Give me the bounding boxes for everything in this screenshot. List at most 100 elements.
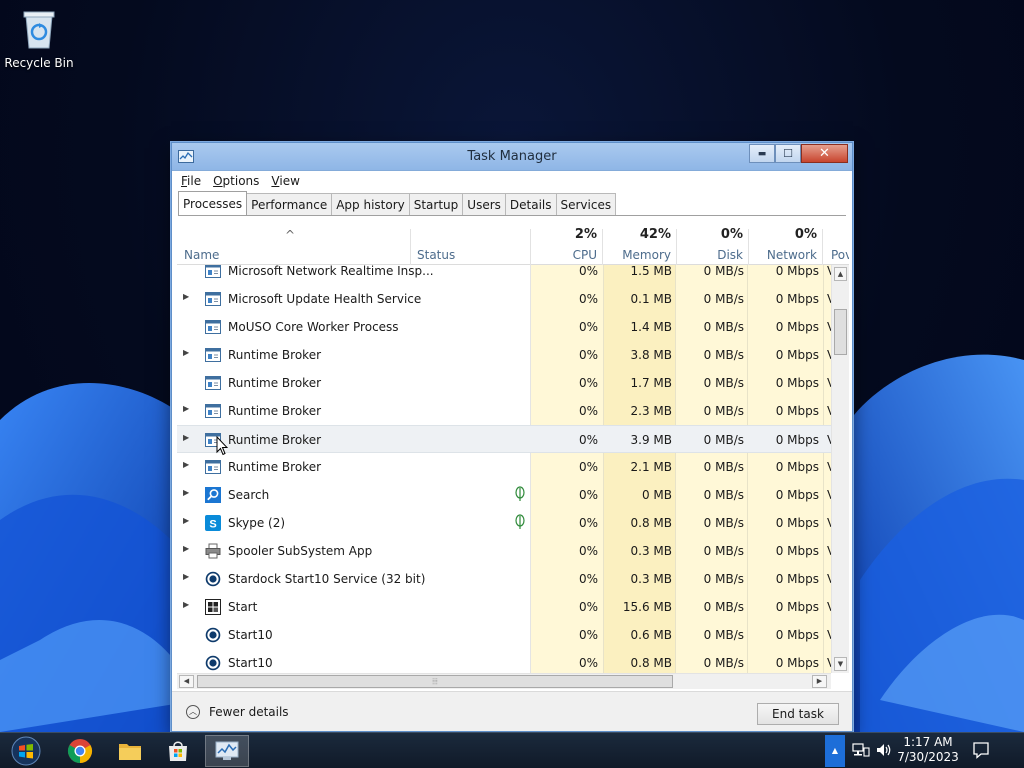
process-row[interactable]: ▶SSkype (2)0%0.8 MB0 MB/s0 MbpsV bbox=[177, 509, 831, 537]
process-name: Runtime Broker bbox=[228, 376, 322, 390]
column-header-memory[interactable]: 42% Memory bbox=[603, 221, 677, 265]
windows-start-icon bbox=[11, 736, 41, 766]
column-header-name[interactable]: ^ Name bbox=[177, 221, 411, 265]
menu-view[interactable]: View bbox=[266, 174, 304, 188]
tab-app-history[interactable]: App history bbox=[331, 193, 410, 215]
process-disk: 0 MB/s bbox=[703, 488, 744, 502]
expand-arrow-icon[interactable]: ▶ bbox=[183, 516, 191, 525]
column-header-network[interactable]: 0% Network bbox=[749, 221, 823, 265]
menu-options[interactable]: Options bbox=[208, 174, 264, 188]
column-divider bbox=[822, 229, 823, 265]
process-network: 0 Mbps bbox=[775, 656, 819, 670]
column-header-power[interactable]: Pov bbox=[827, 221, 849, 264]
taskbar-file-explorer-button[interactable] bbox=[108, 735, 152, 767]
process-row[interactable]: ▶ Stardock Start10 Service (32 bit) 0% 0.3 … bbox=[177, 565, 831, 593]
vertical-scrollbar[interactable]: ▲ ▼ bbox=[831, 265, 849, 673]
start-button[interactable] bbox=[4, 735, 48, 767]
process-row[interactable]: ▶ Spooler SubSystem App 0% 0.3 MB 0 MB/s 0 Mb… bbox=[177, 537, 831, 565]
scroll-up-button[interactable]: ▲ bbox=[834, 267, 847, 281]
expand-arrow-icon[interactable]: ▶ bbox=[183, 572, 191, 581]
process-memory: 1.4 MB bbox=[630, 320, 672, 334]
clock-date: 7/30/2023 bbox=[897, 750, 959, 764]
column-header-disk[interactable]: 0% Disk bbox=[677, 221, 749, 265]
tab-users[interactable]: Users bbox=[462, 193, 506, 215]
process-row[interactable]: ▶Runtime Broker0%3.8 MB0 MB/s0 MbpsV bbox=[177, 341, 831, 369]
system-clock[interactable]: 1:17 AM 7/30/2023 bbox=[896, 735, 960, 765]
expand-arrow-icon[interactable]: ▶ bbox=[183, 488, 191, 497]
scroll-down-button[interactable]: ▼ bbox=[834, 657, 847, 671]
title-bar[interactable]: Task Manager ▬ ☐ ✕ bbox=[172, 143, 852, 171]
scroll-left-button[interactable]: ◀ bbox=[179, 675, 194, 688]
close-icon: ✕ bbox=[819, 146, 830, 161]
process-memory: 1.5 MB bbox=[630, 265, 672, 278]
process-row[interactable]: ▶Runtime Broker0%2.1 MB0 MB/s0 MbpsV bbox=[177, 453, 831, 481]
taskbar-chrome-button[interactable] bbox=[58, 735, 102, 767]
tab-details[interactable]: Details bbox=[504, 193, 557, 215]
menu-file[interactable]: File bbox=[176, 174, 206, 188]
notification-center-icon[interactable] bbox=[972, 741, 990, 759]
process-network: 0 Mbps bbox=[775, 628, 819, 642]
process-memory: 15.6 MB bbox=[622, 600, 672, 614]
process-disk: 0 MB/s bbox=[703, 320, 744, 334]
process-row[interactable]: ▶Runtime Broker0%3.9 MB0 MB/s0 MbpsV bbox=[177, 425, 831, 453]
process-row[interactable]: MoUSO Core Worker Process 0% 1.4 MB 0 MB/s 0… bbox=[177, 313, 831, 341]
show-hidden-icons-button[interactable]: ▲ bbox=[825, 735, 845, 767]
taskbar-task-manager-button[interactable] bbox=[205, 735, 249, 767]
expand-arrow-icon[interactable]: ▶ bbox=[183, 544, 191, 553]
process-name: Runtime Broker bbox=[228, 348, 322, 362]
process-row[interactable]: ▶ Microsoft Update Health Service 0% 0.1 MB… bbox=[177, 285, 831, 313]
recycle-bin-shortcut[interactable]: Recycle Bin bbox=[4, 6, 74, 76]
minimize-button[interactable]: ▬ bbox=[749, 144, 775, 163]
expand-arrow-icon[interactable]: ▶ bbox=[183, 600, 191, 609]
menu-access-key: O bbox=[213, 174, 223, 188]
end-task-button[interactable]: End task bbox=[757, 703, 839, 725]
expand-arrow-icon[interactable]: ▶ bbox=[183, 404, 191, 413]
process-cpu: 0% bbox=[578, 404, 598, 418]
process-memory: 0.3 MB bbox=[630, 572, 672, 586]
column-power-label: Pov bbox=[831, 248, 849, 262]
process-row[interactable]: Runtime Broker0%1.7 MB0 MB/s0 MbpsV bbox=[177, 369, 831, 397]
tab-performance[interactable]: Performance bbox=[246, 193, 333, 215]
process-row[interactable]: ▶Search0%0 MB0 MB/s0 MbpsV bbox=[177, 481, 831, 509]
expand-arrow-icon[interactable]: ▶ bbox=[183, 433, 191, 442]
process-row[interactable]: Start100%0.8 MB0 MB/s0 MbpsV bbox=[177, 649, 831, 673]
network-icon[interactable] bbox=[852, 742, 870, 758]
process-name: Start bbox=[228, 600, 258, 614]
printer-icon bbox=[205, 543, 221, 559]
tab-startup[interactable]: Startup bbox=[408, 193, 464, 215]
cpu-total-percent: 2% bbox=[574, 227, 597, 242]
process-table-header: ^ Name Status 2% CPU 42% Memory 0% Disk … bbox=[177, 221, 849, 265]
process-network: 0 Mbps bbox=[775, 572, 819, 586]
taskbar-store-button[interactable] bbox=[156, 735, 200, 767]
process-name: Runtime Broker bbox=[228, 460, 322, 474]
horizontal-scrollbar[interactable]: ◀ ⦙⦙⦙ ▶ bbox=[177, 673, 831, 689]
scroll-right-button[interactable]: ▶ bbox=[812, 675, 827, 688]
process-memory: 3.9 MB bbox=[630, 433, 672, 447]
process-row[interactable]: ▶Runtime Broker0%2.3 MB0 MB/s0 MbpsV bbox=[177, 397, 831, 425]
process-row[interactable]: ▶Start0%15.6 MB0 MB/s0 MbpsV bbox=[177, 593, 831, 621]
process-cpu: 0% bbox=[578, 376, 598, 390]
process-disk: 0 MB/s bbox=[703, 516, 744, 530]
process-network: 0 Mbps bbox=[775, 544, 819, 558]
task-manager-icon bbox=[215, 741, 239, 760]
horizontal-scroll-thumb[interactable]: ⦙⦙⦙ bbox=[197, 675, 673, 688]
vertical-scroll-thumb[interactable] bbox=[834, 309, 847, 355]
volume-icon[interactable] bbox=[875, 742, 893, 758]
store-icon bbox=[169, 741, 187, 761]
column-header-status[interactable]: Status bbox=[411, 221, 531, 265]
fewer-details-toggle[interactable]: ︿ Fewer details bbox=[186, 705, 289, 719]
tab-processes[interactable]: Processes bbox=[178, 191, 248, 215]
maximize-button[interactable]: ☐ bbox=[775, 144, 801, 163]
process-row[interactable]: Start100%0.6 MB0 MB/s0 MbpsV bbox=[177, 621, 831, 649]
svg-text:S: S bbox=[209, 518, 216, 530]
expand-arrow-icon[interactable]: ▶ bbox=[183, 460, 191, 469]
tab-strip: Processes Performance App history Startup Us… bbox=[178, 191, 617, 215]
process-row[interactable]: Microsoft Network Realtime Insp... 0% 1.5 … bbox=[177, 265, 831, 285]
expand-arrow-icon[interactable]: ▶ bbox=[183, 348, 191, 357]
service-icon bbox=[205, 347, 221, 363]
column-header-cpu[interactable]: 2% CPU bbox=[531, 221, 603, 265]
suspended-leaf-icon bbox=[514, 486, 526, 502]
close-button[interactable]: ✕ bbox=[801, 144, 848, 163]
tab-services[interactable]: Services bbox=[555, 193, 617, 215]
expand-arrow-icon[interactable]: ▶ bbox=[183, 292, 191, 301]
